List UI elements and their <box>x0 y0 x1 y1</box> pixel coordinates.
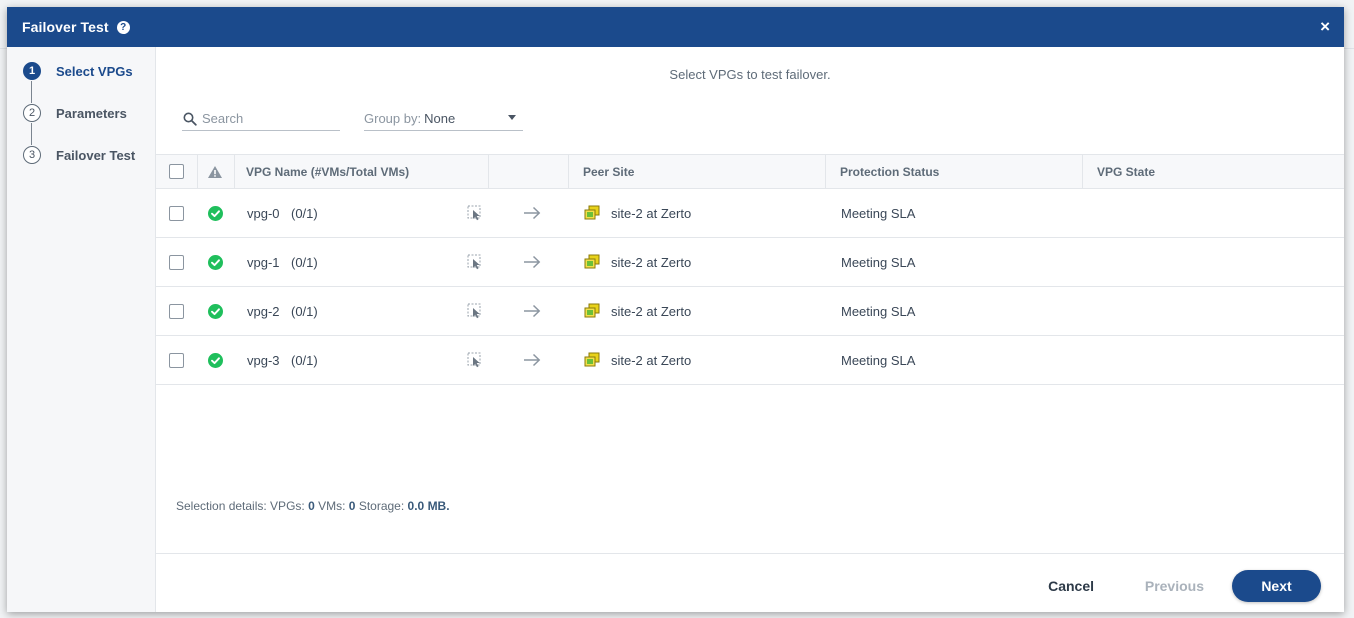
column-header-vpg-state[interactable]: VPG State <box>1097 155 1155 188</box>
select-vms-icon[interactable] <box>467 303 483 319</box>
check-circle-icon <box>208 205 223 221</box>
selection-storage: 0.0 MB. <box>407 499 450 513</box>
search-box <box>182 107 340 131</box>
instruction-text: Select VPGs to test failover. <box>669 67 831 82</box>
protection-status: Meeting SLA <box>841 205 916 221</box>
step-select-vpgs[interactable]: 1 Select VPGs <box>23 62 133 80</box>
row-checkbox[interactable] <box>169 205 184 221</box>
table-row[interactable]: vpg-0 (0/1) site-2 at Zerto Meeting SLA <box>156 189 1344 238</box>
column-divider <box>197 155 198 188</box>
previous-button[interactable]: Previous <box>1145 578 1204 594</box>
dialog-footer: Cancel Previous Next <box>156 553 1344 612</box>
dialog-title: Failover Test <box>22 19 109 35</box>
alert-column-header[interactable] <box>207 155 223 188</box>
next-button[interactable]: Next <box>1232 570 1321 602</box>
column-divider <box>1082 155 1083 188</box>
main-panel: Select VPGs to test failover. Group by: … <box>156 47 1344 612</box>
site-icon <box>584 205 600 220</box>
row-checkbox[interactable] <box>169 303 184 319</box>
search-input[interactable] <box>202 111 332 126</box>
step-number: 2 <box>23 104 41 122</box>
failover-test-dialog: Failover Test ? × 1 Select VPGs 2 Parame… <box>7 7 1344 612</box>
arrow-right-icon <box>524 206 541 220</box>
column-header-protection-status[interactable]: Protection Status <box>840 155 939 188</box>
vpg-name: vpg-0 <box>247 205 280 221</box>
check-circle-icon <box>208 254 223 270</box>
vpg-vm-count: (0/1) <box>291 352 318 368</box>
selection-prefix: Selection details: VPGs: <box>176 499 305 513</box>
row-checkbox[interactable] <box>169 352 184 368</box>
vpg-name: vpg-2 <box>247 303 280 319</box>
vpg-name: vpg-3 <box>247 352 280 368</box>
step-label: Failover Test <box>56 147 136 163</box>
vpg-vm-count: (0/1) <box>291 303 318 319</box>
selection-details: Selection details: VPGs: 0 VMs: 0 Storag… <box>176 499 450 513</box>
select-vms-icon[interactable] <box>467 352 483 368</box>
select-vms-icon[interactable] <box>467 254 483 270</box>
row-checkbox[interactable] <box>169 254 184 270</box>
column-header-peer-site[interactable]: Peer Site <box>583 155 634 188</box>
vpg-name: vpg-1 <box>247 254 280 270</box>
search-icon <box>183 112 197 126</box>
table-row[interactable]: vpg-1 (0/1) site-2 at Zerto Meeting SLA <box>156 238 1344 287</box>
column-divider <box>234 155 235 188</box>
selection-storage-label: Storage: <box>358 499 405 513</box>
step-number: 3 <box>23 146 41 164</box>
protection-status: Meeting SLA <box>841 303 916 319</box>
vpg-vm-count: (0/1) <box>291 205 318 221</box>
arrow-right-icon <box>524 255 541 269</box>
column-divider <box>568 155 569 188</box>
select-vms-icon[interactable] <box>467 205 483 221</box>
vpg-table: VPG Name (#VMs/Total VMs) Peer Site Prot… <box>156 154 1344 385</box>
step-parameters[interactable]: 2 Parameters <box>23 104 127 122</box>
group-by-label: Group by: <box>364 111 422 126</box>
table-row[interactable]: vpg-2 (0/1) site-2 at Zerto Meeting SLA <box>156 287 1344 336</box>
arrow-right-icon <box>524 353 541 367</box>
peer-site: site-2 at Zerto <box>611 303 692 319</box>
column-divider <box>488 155 489 188</box>
group-by-select[interactable]: Group by: None <box>364 107 523 131</box>
site-icon <box>584 254 600 269</box>
selection-vms-label: VMs: <box>318 499 346 513</box>
step-number: 1 <box>23 62 41 80</box>
step-label: Select VPGs <box>56 63 133 79</box>
warning-icon <box>208 165 222 178</box>
column-header-vpg-name[interactable]: VPG Name (#VMs/Total VMs) <box>246 155 409 188</box>
check-circle-icon <box>208 303 223 319</box>
step-connector <box>31 123 32 145</box>
protection-status: Meeting SLA <box>841 254 916 270</box>
site-icon <box>584 303 600 318</box>
step-connector <box>31 81 32 103</box>
dialog-titlebar: Failover Test ? × <box>7 7 1344 47</box>
help-icon[interactable]: ? <box>116 20 130 34</box>
step-failover-test[interactable]: 3 Failover Test <box>23 146 135 164</box>
select-all-checkbox[interactable] <box>169 164 184 179</box>
site-icon <box>584 352 600 367</box>
selection-vm-count: 0 <box>348 499 356 513</box>
peer-site: site-2 at Zerto <box>611 254 692 270</box>
selection-vpg-count: 0 <box>308 499 315 513</box>
table-header: VPG Name (#VMs/Total VMs) Peer Site Prot… <box>156 154 1344 189</box>
peer-site: site-2 at Zerto <box>611 205 692 221</box>
table-row[interactable]: vpg-3 (0/1) site-2 at Zerto Meeting SLA <box>156 336 1344 385</box>
column-divider <box>825 155 826 188</box>
protection-status: Meeting SLA <box>841 352 916 368</box>
select-all-cell <box>169 155 184 188</box>
chevron-down-icon <box>508 115 516 120</box>
arrow-right-icon <box>524 304 541 318</box>
check-circle-icon <box>208 352 223 368</box>
close-icon[interactable]: × <box>1320 18 1330 35</box>
vpg-vm-count: (0/1) <box>291 254 318 270</box>
step-label: Parameters <box>56 105 127 121</box>
group-by-value: None <box>424 111 456 126</box>
cancel-button[interactable]: Cancel <box>1048 578 1094 594</box>
wizard-steps: 1 Select VPGs 2 Parameters 3 Failover Te… <box>7 47 156 612</box>
peer-site: site-2 at Zerto <box>611 352 692 368</box>
